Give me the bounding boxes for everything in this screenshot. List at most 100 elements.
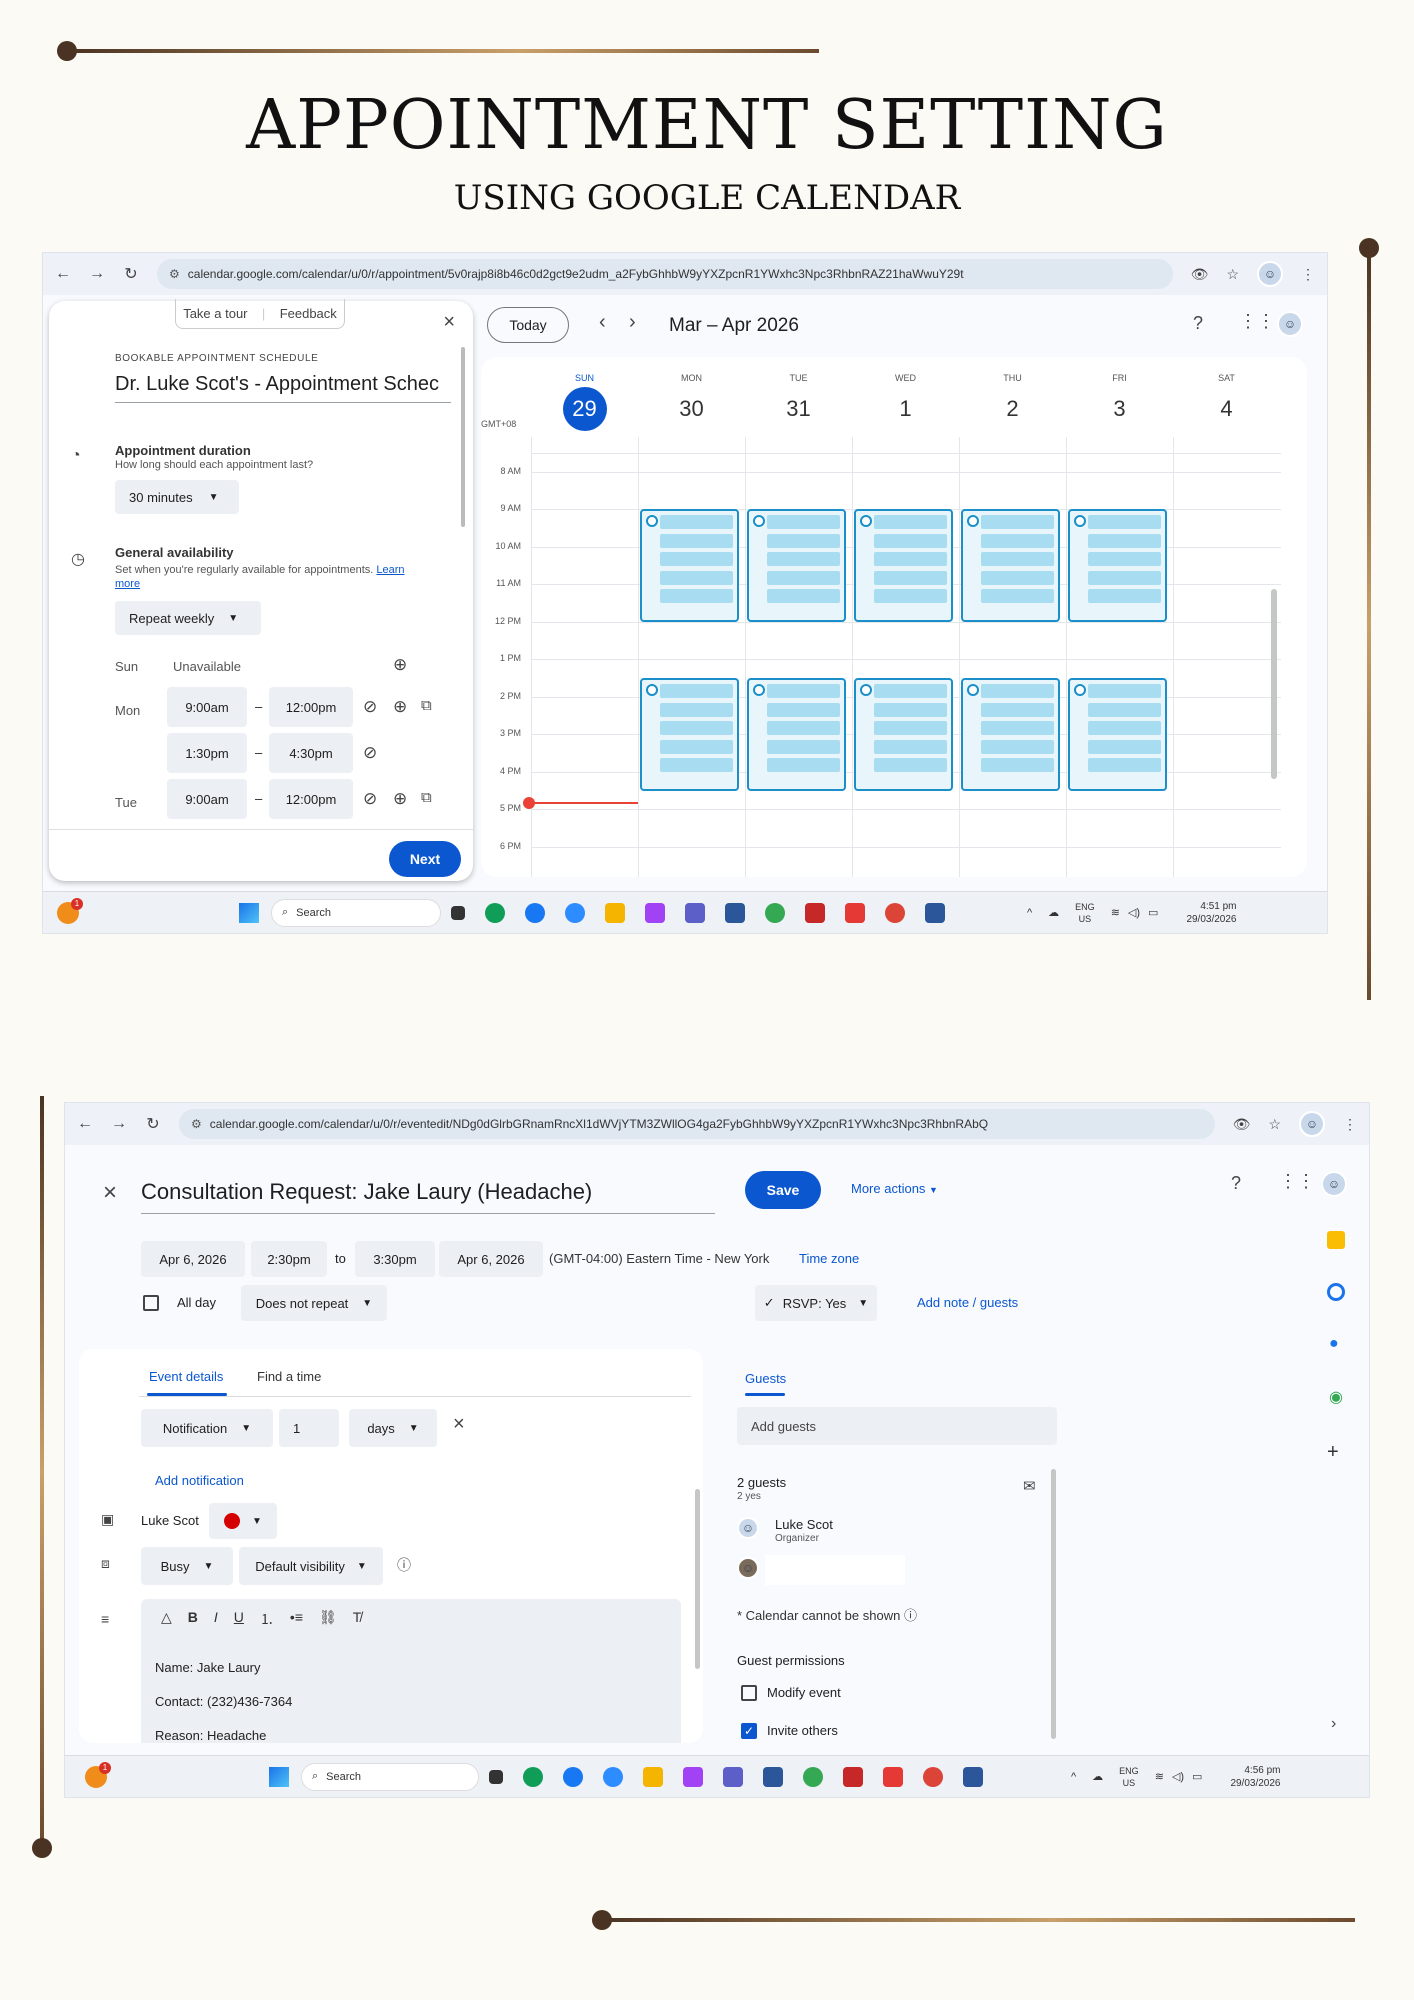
star-icon[interactable]: ☆ xyxy=(1226,266,1239,283)
duration-select[interactable]: 30 minutes ▼ xyxy=(115,480,239,514)
help-app-icon[interactable] xyxy=(803,1766,823,1787)
learn-more-link-cont[interactable]: more xyxy=(115,578,140,590)
wps-icon[interactable] xyxy=(845,902,865,923)
reload-icon[interactable]: ↻ xyxy=(145,1114,161,1134)
appointment-slot-block[interactable] xyxy=(961,678,1060,791)
word-icon[interactable] xyxy=(963,1766,983,1787)
all-day-checkbox[interactable] xyxy=(143,1295,159,1311)
appointment-slot-block[interactable] xyxy=(854,509,953,622)
bold-icon[interactable]: B xyxy=(188,1609,198,1629)
add-addon-icon[interactable]: + xyxy=(1327,1441,1339,1464)
star-icon[interactable]: ☆ xyxy=(1268,1116,1281,1133)
reload-icon[interactable]: ↻ xyxy=(123,264,139,284)
copy-icon[interactable]: ⧉ xyxy=(421,789,432,806)
slot-bar[interactable] xyxy=(981,515,1054,530)
tab-guests[interactable]: Guests xyxy=(745,1371,786,1386)
slot-bar[interactable] xyxy=(981,589,1054,604)
next-week-icon[interactable]: › xyxy=(629,311,636,334)
take-tour-link[interactable]: Take a tour xyxy=(183,306,247,321)
clock[interactable]: 4:51 pm 29/03/2026 xyxy=(1186,900,1236,926)
clock[interactable]: 4:56 pm 29/03/2026 xyxy=(1230,1764,1280,1790)
event-title-input[interactable]: Consultation Request: Jake Laury (Headac… xyxy=(141,1179,715,1214)
close-icon[interactable]: × xyxy=(443,311,455,334)
mon-start-2[interactable]: 1:30pm xyxy=(167,733,247,773)
event-color-select[interactable]: ▼ xyxy=(209,1503,277,1539)
modify-event-checkbox[interactable] xyxy=(741,1685,757,1701)
appointment-slot-block[interactable] xyxy=(1068,678,1167,791)
forward-icon[interactable]: → xyxy=(89,265,105,283)
start-time-field[interactable]: 2:30pm xyxy=(251,1241,327,1277)
bullet-list-icon[interactable]: •≡ xyxy=(290,1609,303,1629)
appointment-slot-block[interactable] xyxy=(640,509,739,622)
slot-bar[interactable] xyxy=(660,515,733,530)
mon-end-2[interactable]: 4:30pm xyxy=(269,733,353,773)
underline-icon[interactable]: U xyxy=(234,1609,244,1629)
notification-type-select[interactable]: Notification ▼ xyxy=(141,1409,273,1447)
busy-select[interactable]: Busy ▼ xyxy=(141,1547,233,1585)
details-scrollbar[interactable] xyxy=(695,1489,700,1669)
today-button[interactable]: Today xyxy=(487,307,569,343)
rsvp-select[interactable]: ✓ RSVP: Yes ▼ xyxy=(755,1285,877,1321)
mcafee-icon[interactable] xyxy=(805,902,825,923)
back-icon[interactable]: ← xyxy=(55,265,71,283)
facebook-icon[interactable] xyxy=(563,1766,583,1787)
language-indicator[interactable]: ENG US xyxy=(1075,901,1095,925)
slot-bar[interactable] xyxy=(874,533,947,548)
forward-icon[interactable]: → xyxy=(111,1115,127,1133)
copilot-icon[interactable] xyxy=(645,902,665,923)
slot-bar[interactable] xyxy=(1088,552,1161,567)
day-number[interactable]: 30 xyxy=(670,387,714,431)
site-settings-icon[interactable]: ⚙ xyxy=(191,1117,202,1131)
numbered-list-icon[interactable]: ⒈ xyxy=(260,1609,274,1629)
day-number[interactable]: 2 xyxy=(991,387,1035,431)
slot-bar[interactable] xyxy=(874,721,947,735)
file-explorer-icon[interactable] xyxy=(643,1766,663,1787)
wps-icon[interactable] xyxy=(883,1766,903,1787)
slot-bar[interactable] xyxy=(767,515,840,530)
feedback-link[interactable]: Feedback xyxy=(280,306,337,321)
volume-icon[interactable]: ◁) xyxy=(1172,1770,1184,1783)
slot-bar[interactable] xyxy=(660,702,733,717)
copilot-icon[interactable] xyxy=(683,1766,703,1787)
slot-bar[interactable] xyxy=(981,570,1054,585)
appointment-slot-block[interactable] xyxy=(961,509,1060,622)
link-icon[interactable]: ⛓ xyxy=(319,1609,337,1629)
windows-start-icon[interactable] xyxy=(239,902,259,923)
appointment-slot-block[interactable] xyxy=(747,678,846,791)
info-icon[interactable]: ⓘ xyxy=(904,1608,917,1623)
slot-bar[interactable] xyxy=(874,739,947,754)
slot-bar[interactable] xyxy=(1088,684,1161,698)
zoom-icon[interactable] xyxy=(603,1766,623,1787)
slot-bar[interactable] xyxy=(981,684,1054,698)
slot-bar[interactable] xyxy=(767,684,840,698)
help-icon[interactable]: ⓘ xyxy=(397,1555,411,1575)
address-bar[interactable]: ⚙ calendar.google.com/calendar/u/0/r/appo… xyxy=(157,259,1173,289)
mon-start-1[interactable]: 9:00am xyxy=(167,687,247,727)
drive-icon[interactable]: △ xyxy=(161,1609,172,1629)
menu-dots-icon[interactable]: ⋮ xyxy=(1343,1116,1357,1133)
slot-bar[interactable] xyxy=(874,589,947,604)
add-note-guests-link[interactable]: Add note / guests xyxy=(917,1295,1018,1310)
panel-scrollbar[interactable] xyxy=(461,347,465,527)
slot-bar[interactable] xyxy=(767,589,840,604)
apps-grid-icon[interactable]: ⋮⋮ xyxy=(1279,1171,1315,1192)
mon-end-1[interactable]: 12:00pm xyxy=(269,687,353,727)
slot-bar[interactable] xyxy=(767,533,840,548)
slot-bar[interactable] xyxy=(1088,739,1161,754)
weather-icon[interactable]: 1 xyxy=(57,897,83,924)
onedrive-icon[interactable]: ☁ xyxy=(1048,906,1059,919)
appointment-slot-block[interactable] xyxy=(747,509,846,622)
unavailable-icon[interactable]: ⊘ xyxy=(363,789,377,809)
slot-bar[interactable] xyxy=(981,758,1054,772)
chevron-up-icon[interactable]: ^ xyxy=(1027,907,1032,919)
profile-avatar[interactable]: ☺ xyxy=(1299,1111,1325,1137)
language-indicator[interactable]: ENG US xyxy=(1119,1765,1139,1789)
help-icon[interactable]: ? xyxy=(1193,313,1203,334)
add-time-icon[interactable]: ⊕ xyxy=(393,655,407,675)
end-time-field[interactable]: 3:30pm xyxy=(355,1241,435,1277)
appointment-slot-block[interactable] xyxy=(1068,509,1167,622)
eye-icon[interactable]: 👁 xyxy=(1233,1116,1251,1133)
contacts-icon[interactable]: ● xyxy=(1329,1335,1339,1353)
task-view-icon[interactable] xyxy=(489,1769,503,1784)
back-icon[interactable]: ← xyxy=(77,1115,93,1133)
